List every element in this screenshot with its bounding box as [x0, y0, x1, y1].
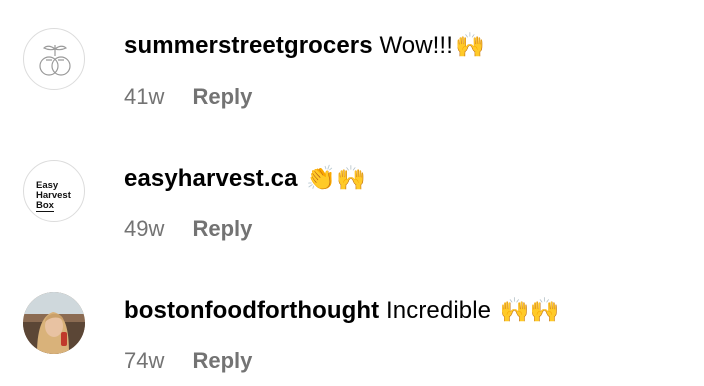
comment-username[interactable]: easyharvest.ca [124, 165, 298, 192]
comment-meta: 41w Reply [124, 84, 252, 110]
comment-text: Wow!!! [379, 32, 453, 59]
raising-hands-emoji-icon: 🙌🙌 [499, 297, 560, 324]
avatar[interactable] [23, 28, 85, 90]
avatar[interactable]: Easy Harvest Box [23, 160, 85, 222]
tomato-logo-icon [39, 45, 71, 76]
reply-button[interactable]: Reply [192, 216, 252, 241]
profile-photo-icon [23, 292, 85, 354]
comment-line: bostonfoodforthought Incredible 🙌🙌 [124, 296, 560, 326]
comment-meta: 74w Reply [124, 348, 252, 374]
easy-harvest-box-logo: Easy Harvest Box [36, 181, 71, 212]
comment-meta: 49w Reply [124, 216, 252, 242]
reply-button[interactable]: Reply [192, 348, 252, 373]
comment-text: Incredible [386, 297, 492, 324]
avatar[interactable] [23, 292, 85, 354]
comment-timestamp: 49w [124, 216, 165, 241]
comment-timestamp: 41w [124, 84, 165, 109]
comment-timestamp: 74w [124, 348, 165, 373]
logo-line: Box [36, 200, 54, 212]
raising-hands-emoji-icon: 🙌 [454, 32, 485, 59]
reply-button[interactable]: Reply [192, 84, 252, 109]
comment-username[interactable]: bostonfoodforthought [124, 297, 379, 324]
comment-line: easyharvest.ca 👏🙌 [124, 164, 366, 194]
comment-username[interactable]: summerstreetgrocers [124, 32, 373, 59]
comment-line: summerstreetgrocers Wow!!!🙌 [124, 31, 485, 61]
clapping-hands-emoji-icon: 👏🙌 [306, 165, 367, 192]
